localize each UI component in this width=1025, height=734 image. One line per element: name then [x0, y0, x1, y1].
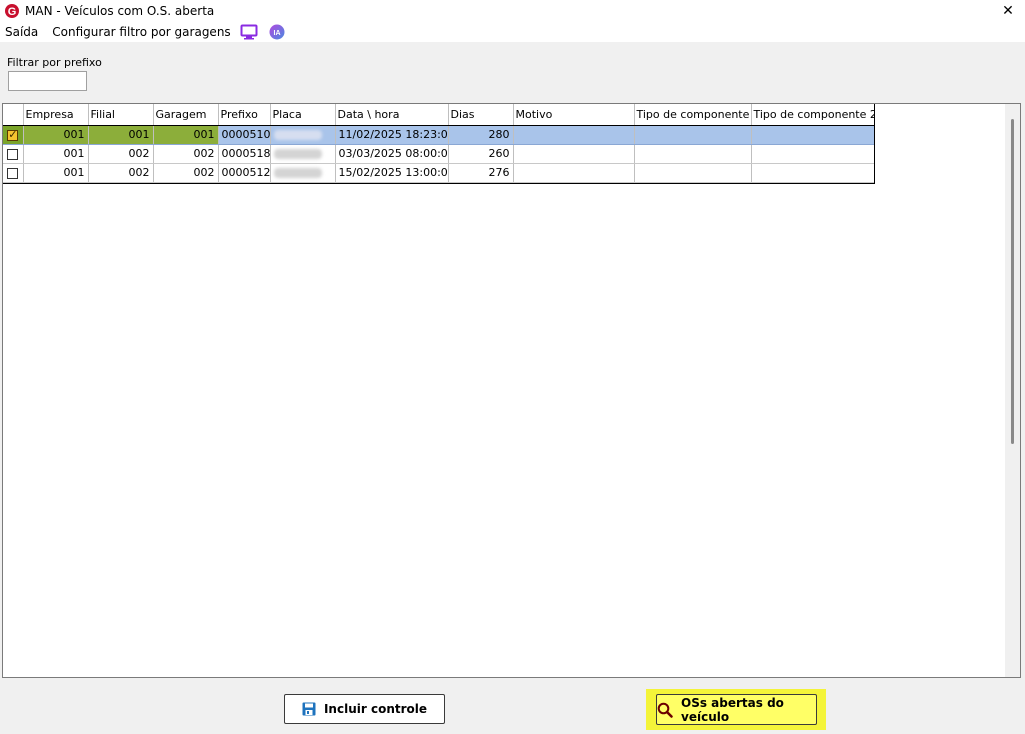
cell-motivo [513, 144, 635, 164]
cell-garagem: 002 [153, 163, 219, 183]
cell-empresa: 001 [23, 163, 89, 183]
cell-data-hora: 03/03/2025 08:00:00 [335, 144, 449, 164]
os-button-highlight: OSs abertas do veículo [646, 689, 826, 730]
cell-filial: 002 [88, 163, 154, 183]
cell-data-hora: 11/02/2025 18:23:00 [335, 125, 449, 145]
col-header-tipo-componente-2[interactable]: Tipo de componente 2 [751, 104, 875, 126]
cell-tipo-componente-1 [634, 125, 752, 145]
cell-filial: 001 [88, 125, 154, 145]
cell-dias: 276 [448, 163, 514, 183]
col-header-tipo-componente-1[interactable]: Tipo de componente 1 [634, 104, 752, 126]
col-header-filial[interactable]: Filial [88, 104, 154, 126]
table-row[interactable]: 001 001 001 0000510 11/02/2025 18:23:00 … [3, 125, 875, 145]
g-logo-icon: G [3, 2, 21, 20]
cell-dias: 280 [448, 125, 514, 145]
col-header-empresa[interactable]: Empresa [23, 104, 89, 126]
cell-tipo-componente-2 [751, 163, 875, 183]
blurred-plate [273, 149, 322, 159]
cell-filial: 002 [88, 144, 154, 164]
cell-placa [270, 144, 336, 164]
vehicles-grid: Empresa Filial Garagem Prefixo Placa Dat… [2, 103, 1021, 678]
svg-text:IA: IA [273, 30, 280, 37]
row-checkbox[interactable] [7, 148, 19, 160]
cell-garagem: 002 [153, 144, 219, 164]
svg-text:G: G [8, 6, 17, 18]
row-checkbox[interactable] [7, 167, 19, 179]
col-header-data-hora[interactable]: Data \ hora [335, 104, 449, 126]
close-button[interactable]: ✕ [997, 1, 1019, 21]
menu-item-saida[interactable]: Saída [5, 25, 38, 39]
close-icon: ✕ [1002, 3, 1014, 19]
filter-label: Filtrar por prefixo [7, 56, 102, 69]
blurred-plate [273, 168, 322, 178]
cell-tipo-componente-2 [751, 125, 875, 145]
menu-item-configurar-filtro[interactable]: Configurar filtro por garagens [52, 25, 230, 39]
header-row: Empresa Filial Garagem Prefixo Placa Dat… [3, 104, 875, 126]
table-row[interactable]: 001 002 002 0000512 15/02/2025 13:00:00 … [3, 163, 875, 183]
cell-placa [270, 163, 336, 183]
cell-motivo [513, 125, 635, 145]
menu-bar: Saída Configurar filtro por garagens IA [0, 22, 1025, 42]
cell-tipo-componente-1 [634, 144, 752, 164]
cell-dias: 260 [448, 144, 514, 164]
save-icon [302, 702, 316, 716]
vertical-scrollbar[interactable] [1005, 104, 1020, 677]
col-header-dias[interactable]: Dias [448, 104, 514, 126]
cell-data-hora: 15/02/2025 13:00:00 [335, 163, 449, 183]
col-header-prefixo[interactable]: Prefixo [218, 104, 271, 126]
col-header-motivo[interactable]: Motivo [513, 104, 635, 126]
cell-garagem: 001 [153, 125, 219, 145]
oss-abertas-label: OSs abertas do veículo [681, 695, 784, 724]
cell-empresa: 001 [23, 125, 89, 145]
row-checkbox[interactable] [7, 128, 19, 141]
vehicles-table: Empresa Filial Garagem Prefixo Placa Dat… [3, 104, 875, 183]
col-header-placa[interactable]: Placa [270, 104, 336, 126]
cell-placa [270, 125, 336, 145]
cell-tipo-componente-1 [634, 163, 752, 183]
cell-prefixo: 0000512 [218, 163, 271, 183]
scrollbar-thumb[interactable] [1011, 119, 1014, 444]
cell-tipo-componente-2 [751, 144, 875, 164]
cell-prefixo: 0000510 [218, 125, 271, 145]
ia-icon[interactable]: IA [267, 22, 287, 42]
blurred-plate [273, 130, 322, 140]
col-header-select[interactable] [3, 104, 24, 126]
search-icon [657, 702, 673, 718]
cell-motivo [513, 163, 635, 183]
oss-abertas-button[interactable]: OSs abertas do veículo [656, 694, 817, 725]
cell-empresa: 001 [23, 144, 89, 164]
cell-prefixo: 0000518 [218, 144, 271, 164]
prefix-filter-input[interactable] [8, 71, 87, 91]
table-row[interactable]: 001 002 002 0000518 03/03/2025 08:00:00 … [3, 144, 875, 164]
monitor-icon[interactable] [239, 22, 259, 42]
incluir-controle-button[interactable]: Incluir controle [284, 694, 445, 724]
title-bar: G MAN - Veículos com O.S. aberta ✕ [0, 0, 1025, 22]
col-header-garagem[interactable]: Garagem [153, 104, 219, 126]
window-title: MAN - Veículos com O.S. aberta [25, 4, 215, 18]
incluir-controle-label: Incluir controle [323, 702, 428, 716]
